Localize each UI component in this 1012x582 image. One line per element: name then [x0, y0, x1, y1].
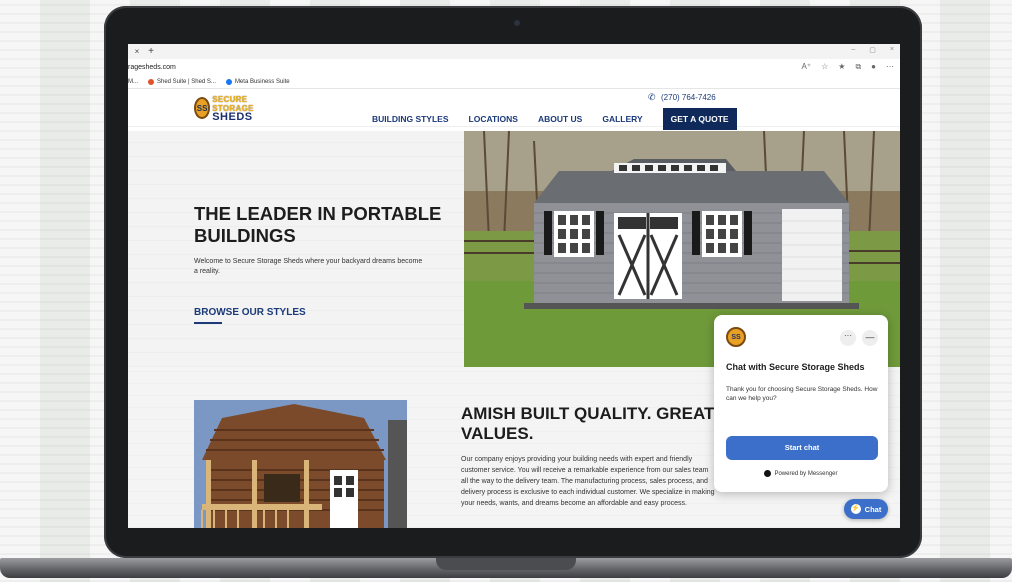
main-nav: BUILDING STYLES LOCATIONS ABOUT US GALLE…	[372, 108, 737, 130]
bookmark-item[interactable]: Shed Suite | Shed S...	[148, 78, 216, 85]
favorite-icon[interactable]: ☆	[821, 62, 828, 72]
powered-by-text: Powered by Messenger	[774, 470, 838, 477]
meta-icon	[225, 78, 232, 85]
logo-line-2: SHEDS	[212, 110, 253, 123]
new-tab-icon[interactable]: +	[146, 46, 156, 57]
shed-suite-icon	[148, 78, 154, 85]
url-text[interactable]: ragesheds.com	[128, 64, 176, 71]
minimize-window-icon[interactable]: –	[851, 46, 855, 54]
hero-title: THE LEADER IN PORTABLE BUILDINGS	[194, 203, 442, 246]
maximize-window-icon[interactable]: ▢	[869, 46, 876, 54]
logo-badge: SS	[194, 97, 211, 119]
phone-number: (270) 764-7426	[661, 93, 716, 102]
more-menu-icon[interactable]: ⋯	[886, 62, 894, 72]
get-a-quote-button[interactable]: GET A QUOTE	[662, 108, 737, 130]
nav-gallery[interactable]: GALLERY	[602, 114, 642, 124]
bookmark-item[interactable]: M...	[128, 79, 138, 85]
webcam	[514, 20, 520, 26]
link-underline	[194, 322, 222, 324]
browser-tab-bar: × + – ▢ ×	[128, 44, 900, 59]
laptop-notch	[436, 558, 576, 570]
chat-launcher-label: Chat	[864, 504, 882, 514]
messenger-bubble-icon: ⚡	[850, 504, 861, 514]
profile-icon[interactable]: ●	[871, 62, 876, 72]
nav-about-us[interactable]: ABOUT US	[538, 114, 582, 124]
phone-icon: ✆	[648, 92, 656, 102]
quality-body: Our company enjoys providing your buildi…	[461, 456, 715, 507]
bookmarks-bar: M... Shed Suite | Shed S... Meta Busines…	[128, 75, 900, 89]
close-window-icon[interactable]: ×	[890, 46, 894, 54]
logo-line-1: SECURE STORAGE	[212, 94, 254, 113]
window-controls: – ▢ ×	[851, 46, 894, 54]
logo-text: SECURE STORAGE SHEDS	[212, 94, 266, 123]
site-header: SS SECURE STORAGE SHEDS ✆ (270) 764-7426…	[128, 89, 900, 130]
chat-launcher-button[interactable]: ⚡ Chat	[844, 499, 888, 519]
browse-styles-link[interactable]: BROWSE OUR STYLES	[194, 307, 306, 318]
quality-title: AMISH BUILT QUALITY. GREAT VALUES.	[461, 404, 715, 443]
laptop-screen: × + – ▢ × ragesheds.com A⁺ ☆ ★ ⧉ ● ⋯ M..…	[128, 44, 900, 528]
address-bar-icons: A⁺ ☆ ★ ⧉ ● ⋯	[802, 62, 894, 72]
nav-building-styles[interactable]: BUILDING STYLES	[372, 114, 449, 124]
phone-link[interactable]: ✆ (270) 764-7426	[648, 92, 716, 103]
cabin-photo	[194, 400, 407, 528]
messenger-chat-card: SS ··· — Chat with Secure Storage Sheds …	[714, 315, 888, 492]
start-chat-button[interactable]: Start chat	[726, 436, 878, 460]
hero-subtitle: Welcome to Secure Storage Sheds where yo…	[194, 258, 423, 275]
powered-by: Powered by Messenger	[714, 470, 888, 477]
chat-greeting: Thank you for choosing Secure Storage Sh…	[726, 386, 878, 402]
chat-minimize-icon[interactable]: —	[862, 330, 878, 346]
tab-close-icon[interactable]: ×	[132, 47, 142, 56]
chat-avatar: SS	[726, 327, 746, 347]
chat-title: Chat with Secure Storage Sheds	[726, 362, 865, 372]
hero-text-panel: THE LEADER IN PORTABLE BUILDINGS Welcome…	[128, 131, 464, 367]
messenger-icon	[764, 470, 772, 477]
address-bar[interactable]: ragesheds.com A⁺ ☆ ★ ⧉ ● ⋯	[128, 59, 900, 75]
bookmark-item[interactable]: Meta Business Suite	[225, 78, 290, 85]
read-aloud-icon[interactable]: A⁺	[802, 62, 812, 72]
favorites-icon[interactable]: ★	[838, 62, 845, 72]
site-logo[interactable]: SS SECURE STORAGE SHEDS	[194, 94, 266, 122]
nav-locations[interactable]: LOCATIONS	[469, 114, 518, 124]
collections-icon[interactable]: ⧉	[855, 62, 861, 72]
chat-more-options-icon[interactable]: ···	[840, 330, 856, 346]
